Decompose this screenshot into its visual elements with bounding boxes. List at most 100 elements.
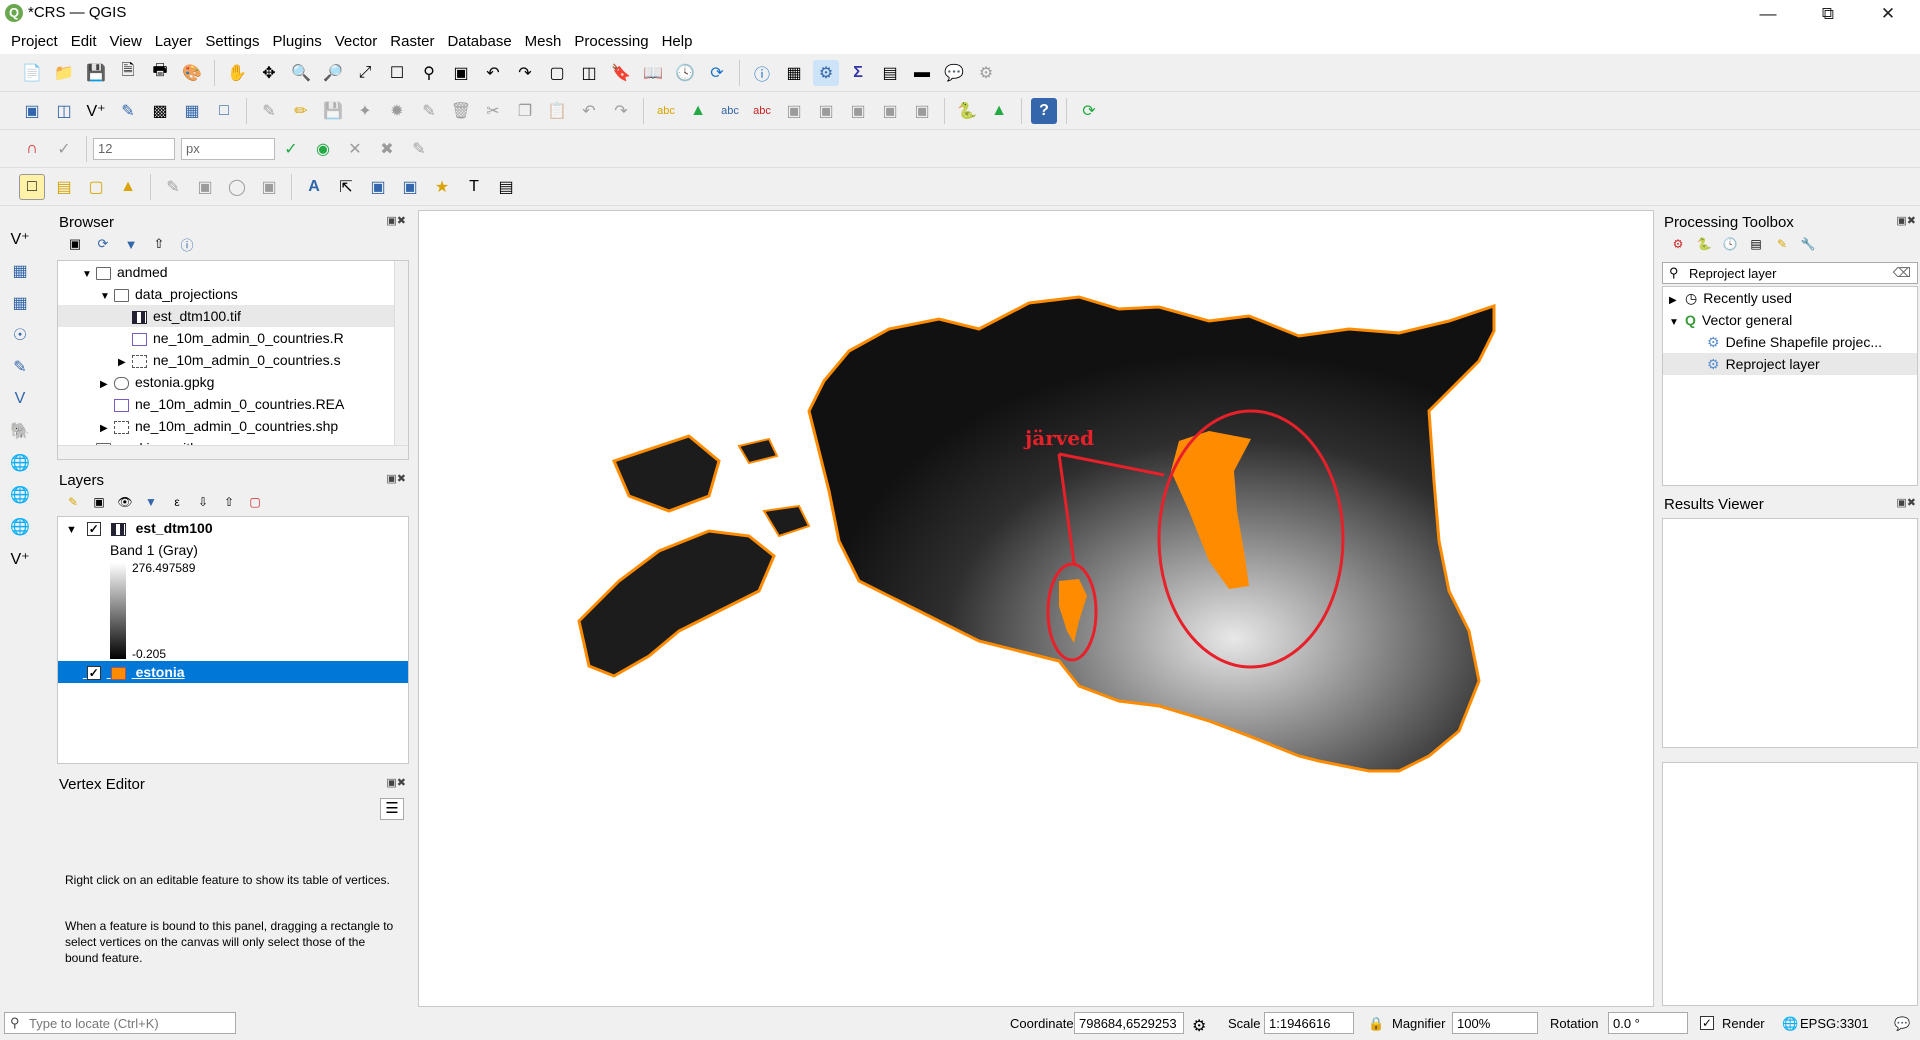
save-as-icon[interactable]: 🗎: [115, 60, 141, 86]
clear-search-icon[interactable]: ⌫: [1893, 265, 1911, 281]
add-raster-layer-icon[interactable]: ▦: [7, 258, 33, 284]
magnifier-field[interactable]: 100%: [1452, 1012, 1538, 1034]
processing-gear-icon[interactable]: ⚙: [813, 59, 839, 86]
redo-icon[interactable]: ↷: [608, 98, 634, 124]
add-postgis-icon[interactable]: 🐘: [7, 418, 33, 444]
panel-close-icon[interactable]: ▣✖: [1896, 214, 1916, 227]
menu-edit[interactable]: Edit: [66, 33, 105, 50]
browser-item[interactable]: ▶ ne_10m_admin_0_countries.shp: [58, 415, 408, 437]
scripts-icon[interactable]: 🐍: [1695, 235, 1713, 253]
zoom-full-icon[interactable]: ⤢: [352, 60, 378, 86]
select-by-expression-icon[interactable]: ▤: [51, 174, 77, 200]
new-geopackage-icon[interactable]: ◫: [51, 98, 77, 124]
processing-item[interactable]: ⚙ Define Shapefile projec...: [1663, 331, 1917, 353]
pin-labels-icon[interactable]: abc: [717, 98, 743, 124]
browser-item[interactable]: ▶ ne_10m_admin_0_countries.s: [58, 349, 408, 371]
text-tool-icon[interactable]: T: [461, 174, 487, 200]
snap-unit-select[interactable]: px: [181, 137, 275, 160]
annotation-select-icon[interactable]: ⇱: [333, 174, 359, 200]
scale-field[interactable]: 1:1946616: [1264, 1012, 1354, 1034]
pan-to-selection-icon[interactable]: ✥: [256, 60, 282, 86]
menu-plugins[interactable]: Plugins: [268, 33, 330, 50]
menu-vector[interactable]: Vector: [330, 33, 386, 50]
edit-features-icon[interactable]: ✎: [1773, 235, 1791, 253]
panel-close-icon[interactable]: ▣✖: [1896, 496, 1916, 509]
new-shapefile-icon[interactable]: V⁺: [83, 98, 109, 124]
snapping-magnet-icon[interactable]: ∩: [19, 136, 45, 162]
select-features-icon[interactable]: □: [19, 173, 45, 200]
shape-circle-icon[interactable]: ◯: [224, 174, 250, 200]
undo-icon[interactable]: ↶: [576, 98, 602, 124]
rotate-label-icon[interactable]: ▣: [813, 98, 839, 124]
node-edit-icon[interactable]: ▣: [397, 174, 423, 200]
cut-features-icon[interactable]: ✂: [480, 98, 506, 124]
snapping-mode-icon[interactable]: ✓: [51, 136, 77, 162]
print-layout-icon[interactable]: 🖶: [147, 60, 173, 86]
open-styling-icon[interactable]: ✎: [64, 493, 82, 511]
layer-row-raster[interactable]: ▼ ✓ est_dtm100: [58, 517, 408, 539]
rotation-field[interactable]: 0.0 °: [1608, 1012, 1688, 1034]
new-bookmark-icon[interactable]: 🔖: [608, 60, 634, 86]
layer-visibility-checkbox[interactable]: ✓: [86, 666, 101, 680]
label-props-icon[interactable]: ▣: [877, 98, 903, 124]
topology-icon[interactable]: ✓: [278, 136, 304, 162]
close-button[interactable]: ✕: [1860, 0, 1916, 28]
label-toolbar-icon[interactable]: abc: [653, 98, 679, 124]
zoom-in-icon[interactable]: 🔍: [288, 60, 314, 86]
menu-view[interactable]: View: [105, 33, 150, 50]
menu-settings[interactable]: Settings: [200, 33, 267, 50]
add-vector-icon[interactable]: □: [211, 98, 237, 124]
vertex-tool-icon[interactable]: ✹: [384, 98, 410, 124]
panel-close-icon[interactable]: ▣✖: [386, 776, 406, 789]
plugin-reloader-icon[interactable]: ⟳: [1076, 98, 1102, 124]
shape-rect-icon[interactable]: ▣: [256, 174, 282, 200]
zoom-last-icon[interactable]: ↶: [480, 60, 506, 86]
open-project-icon[interactable]: 📁: [51, 60, 77, 86]
models-icon[interactable]: ⚙: [1669, 235, 1687, 253]
add-virtual-layer-icon[interactable]: V: [7, 386, 33, 412]
map-canvas[interactable]: järved: [418, 210, 1654, 1007]
show-bookmarks-icon[interactable]: 📖: [640, 60, 666, 86]
filter-expression-icon[interactable]: ε: [168, 493, 186, 511]
new-map-view-icon[interactable]: ▢: [544, 60, 570, 86]
options-icon[interactable]: 🔧: [1799, 235, 1817, 253]
processing-item[interactable]: ⚙ Reproject layer: [1663, 353, 1917, 375]
attribute-table-icon[interactable]: ▦: [781, 60, 807, 86]
collapse-all-icon[interactable]: ⇧: [220, 493, 238, 511]
crs-globe-icon[interactable]: 🌐: [1782, 1016, 1798, 1032]
data-source-manager-icon[interactable]: ▣: [19, 98, 45, 124]
browser-item[interactable]: ▼ data_projections: [58, 283, 408, 305]
shape-polygon-icon[interactable]: ▣: [192, 174, 218, 200]
text-annotation-icon[interactable]: ▤: [493, 174, 519, 200]
save-edits-icon[interactable]: 💾: [320, 98, 346, 124]
coordinate-field[interactable]: 798684,6529253: [1074, 1012, 1184, 1034]
identify-icon[interactable]: ⓘ: [749, 60, 775, 86]
layer-row-vector[interactable]: ▼ ✓ estonia: [58, 661, 408, 683]
menu-project[interactable]: Project: [6, 33, 66, 50]
menu-database[interactable]: Database: [442, 33, 519, 50]
new-virtual-layer-icon[interactable]: ▩: [147, 98, 173, 124]
select-location-icon[interactable]: ▲: [115, 174, 141, 200]
add-raster-icon[interactable]: ▦: [179, 98, 205, 124]
minimize-button[interactable]: —: [1740, 0, 1796, 28]
vertex-menu-icon[interactable]: ☰: [380, 798, 404, 820]
diagram-icon[interactable]: ▲: [685, 98, 711, 124]
filter-icon[interactable]: ▼: [122, 235, 140, 253]
pan-icon[interactable]: ✋: [224, 60, 250, 86]
move-label-icon[interactable]: ▣: [781, 98, 807, 124]
change-label-icon[interactable]: ▣: [845, 98, 871, 124]
digitize-icon[interactable]: ✦: [352, 98, 378, 124]
refresh-icon[interactable]: ⟳: [94, 235, 112, 253]
expand-all-icon[interactable]: ⇩: [194, 493, 212, 511]
browser-item[interactable]: est_dtm100.tif: [58, 305, 408, 327]
browser-item[interactable]: ne_10m_admin_0_countries.R: [58, 327, 408, 349]
browser-hscrollbar[interactable]: [58, 445, 408, 459]
browser-item[interactable]: ▶ estonia.gpkg: [58, 371, 408, 393]
snap-intersection-icon[interactable]: ◉: [310, 136, 336, 162]
help-icon[interactable]: ?: [1031, 97, 1057, 124]
refresh-icon[interactable]: ⟳: [704, 60, 730, 86]
processing-item[interactable]: ▼ Q Vector general: [1663, 309, 1917, 331]
lock-scale-icon[interactable]: 🔒: [1368, 1016, 1384, 1032]
trace-icon[interactable]: ✕: [342, 136, 368, 162]
layer-visibility-checkbox[interactable]: ✓: [86, 522, 101, 536]
